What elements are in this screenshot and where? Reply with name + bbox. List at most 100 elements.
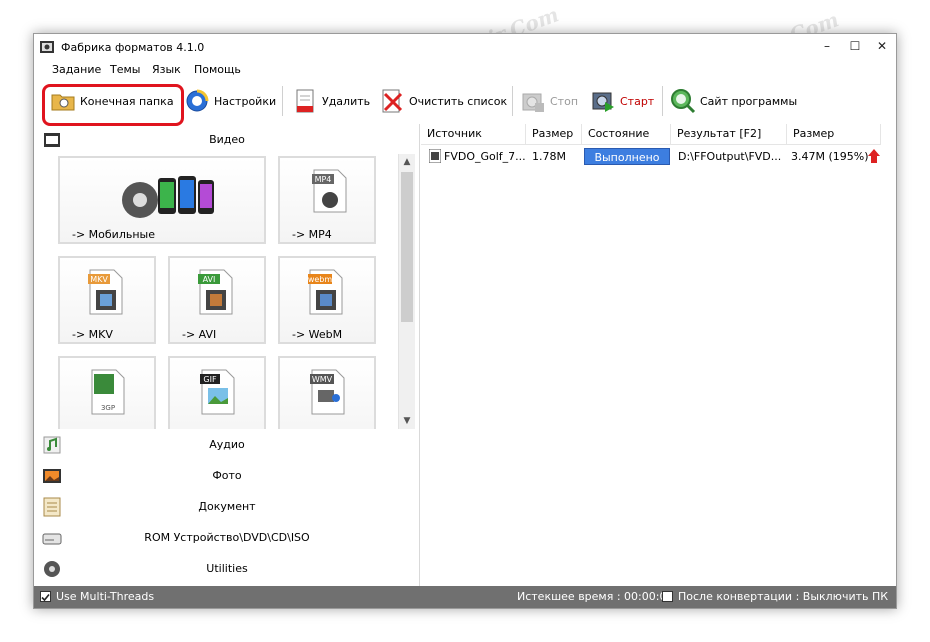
scroll-down-icon[interactable]: ▼ — [399, 413, 415, 429]
clear-list-label: Очистить список — [409, 94, 508, 108]
category-utilities[interactable]: Utilities — [34, 555, 420, 583]
globe-search-icon — [671, 89, 696, 114]
gif-file-icon: GIF — [200, 369, 235, 415]
row-size: 1.78M — [532, 150, 566, 163]
tile-mobile-label: -> Мобильные — [72, 228, 155, 241]
tile-wmv[interactable]: WMV — [278, 356, 376, 429]
category-audio[interactable]: Аудио — [34, 431, 420, 459]
tile-avi[interactable]: AVI -> AVI — [168, 256, 266, 344]
title-bar: Фабрика форматов 4.1.0 – ☐ ✕ — [34, 34, 896, 60]
menu-themes[interactable]: Темы — [110, 63, 140, 76]
tiles-scrollbar[interactable]: ▲ ▼ — [398, 154, 415, 429]
video-format-tiles: -> Мобильные MP4 -> MP4 MKV -> MKV AVI -… — [34, 154, 398, 429]
delete-icon — [296, 89, 314, 113]
scroll-up-icon[interactable]: ▲ — [399, 154, 415, 170]
after-conversion-label: После конвертации : Выключить ПК — [678, 590, 889, 603]
category-video[interactable]: Видео — [34, 126, 420, 154]
window-title: Фабрика форматов 4.1.0 — [61, 41, 205, 54]
menu-task[interactable]: Задание — [52, 63, 101, 76]
stop-icon — [522, 93, 544, 112]
mp4-file-icon: MP4 — [312, 169, 347, 213]
size-increase-arrow-icon — [868, 149, 880, 163]
mp4-tag: MP4 — [315, 175, 332, 184]
video-file-icon — [429, 149, 441, 163]
stop-label: Стоп — [550, 94, 579, 108]
category-photo[interactable]: Фото — [34, 462, 420, 490]
row-result: D:\FFOutput\FVD... — [678, 150, 782, 163]
toolbar-separator — [282, 86, 283, 116]
status-badge: Выполнено — [584, 148, 670, 165]
multithreads-label: Use Multi-Threads — [56, 590, 155, 603]
wmv-tag: WMV — [312, 375, 333, 384]
category-document-label: Документ — [198, 500, 256, 513]
multithreads-checkbox[interactable] — [40, 591, 51, 602]
close-button[interactable]: ✕ — [867, 36, 896, 56]
tile-avi-label: -> AVI — [182, 328, 217, 341]
tile-mp4[interactable]: MP4 -> MP4 — [278, 156, 376, 244]
mkv-file-icon: MKV — [88, 269, 123, 315]
3gp-file-icon: 3GP — [91, 369, 125, 415]
minimize-button[interactable]: – — [812, 36, 842, 56]
settings-button[interactable]: Настройки — [184, 85, 276, 117]
scroll-thumb[interactable] — [401, 172, 413, 322]
app-window: Фабрика форматов 4.1.0 – ☐ ✕ Задание Тем… — [33, 33, 897, 609]
checkmark-icon — [41, 593, 50, 602]
tile-webm[interactable]: webm -> WebM — [278, 256, 376, 344]
tile-mobile[interactable]: -> Мобильные — [58, 156, 266, 244]
clear-list-icon — [382, 89, 403, 113]
delete-label: Удалить — [322, 94, 371, 108]
toolbar-separator — [512, 86, 513, 116]
column-source[interactable]: Источник — [421, 124, 526, 145]
webm-tag: webm — [308, 275, 333, 284]
delete-button[interactable]: Удалить — [292, 85, 370, 117]
category-video-label: Видео — [209, 133, 245, 146]
maximize-button[interactable]: ☐ — [840, 36, 870, 56]
status-bar: Use Multi-Threads Истекшее время : 00:00… — [34, 586, 896, 608]
row-source: FVDO_Golf_7... — [444, 150, 526, 163]
mkv-tag: MKV — [90, 275, 108, 284]
menu-help[interactable]: Помощь — [194, 63, 241, 76]
clear-list-button[interactable]: Очистить список — [379, 85, 507, 117]
category-pane: Видео -> Мобильные MP4 -> MP4 MKV -> MKV… — [34, 124, 420, 586]
avi-tag: AVI — [203, 275, 216, 284]
column-output-size[interactable]: Размер — [787, 124, 881, 145]
start-label: Старт — [620, 94, 655, 108]
category-rom[interactable]: ROM Устройство\DVD\CD\ISO — [34, 524, 420, 552]
app-icon — [40, 41, 54, 53]
category-audio-label: Аудио — [209, 438, 245, 451]
elapsed-time: Истекшее время : 00:00:02 — [517, 590, 674, 603]
wmv-file-icon: WMV — [310, 369, 345, 415]
settings-icon — [186, 89, 209, 112]
gif-tag: GIF — [203, 375, 217, 384]
column-status[interactable]: Состояние — [582, 124, 671, 145]
webm-file-icon: webm — [308, 269, 343, 315]
tile-3gp[interactable]: 3GP — [58, 356, 156, 429]
3gp-tag: 3GP — [101, 404, 115, 412]
mobile-devices-icon — [122, 176, 214, 218]
tile-gif[interactable]: GIF — [168, 356, 266, 429]
avi-file-icon: AVI — [198, 269, 233, 315]
stop-button[interactable]: Стоп — [520, 85, 578, 117]
toolbar-separator — [662, 86, 663, 116]
output-folder-highlight — [42, 84, 184, 126]
menu-language[interactable]: Язык — [152, 63, 181, 76]
settings-label: Настройки — [214, 94, 277, 108]
tile-mkv[interactable]: MKV -> MKV — [58, 256, 156, 344]
after-conversion-checkbox[interactable] — [662, 591, 673, 602]
start-button[interactable]: Старт — [590, 85, 654, 117]
tile-webm-label: -> WebM — [292, 328, 343, 341]
column-size[interactable]: Размер — [526, 124, 582, 145]
category-document[interactable]: Документ — [34, 493, 420, 521]
task-list: Источник Размер Состояние Результат [F2]… — [421, 124, 896, 586]
tile-mp4-label: -> MP4 — [292, 228, 332, 241]
start-icon — [592, 92, 614, 112]
category-utilities-label: Utilities — [206, 562, 248, 575]
website-button[interactable]: Сайт программы — [670, 85, 797, 117]
row-output-size: 3.47M (195%) — [791, 150, 869, 163]
tile-mkv-label: -> MKV — [72, 328, 113, 341]
website-label: Сайт программы — [700, 94, 798, 108]
category-rom-label: ROM Устройство\DVD\CD\ISO — [144, 531, 310, 544]
category-photo-label: Фото — [212, 469, 242, 482]
menu-bar: Задание Темы Язык Помощь — [34, 60, 896, 80]
column-result[interactable]: Результат [F2] — [671, 124, 787, 145]
